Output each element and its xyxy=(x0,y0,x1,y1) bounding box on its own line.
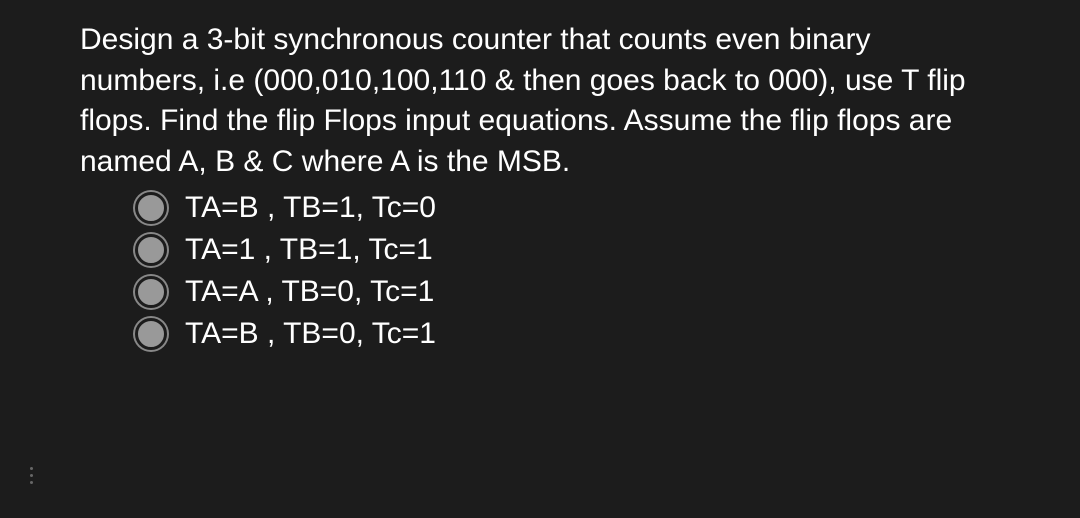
radio-icon[interactable] xyxy=(135,192,167,224)
option-label: TA=1 , TB=1, Tc=1 xyxy=(185,230,433,269)
kebab-menu-icon[interactable] xyxy=(30,467,33,488)
option-label: TA=B , TB=0, Tc=1 xyxy=(185,314,436,353)
options-list: TA=B , TB=1, Tc=0 TA=1 , TB=1, Tc=1 TA=A… xyxy=(135,188,1000,353)
radio-icon[interactable] xyxy=(135,234,167,266)
radio-icon[interactable] xyxy=(135,318,167,350)
option-row[interactable]: TA=1 , TB=1, Tc=1 xyxy=(135,230,1000,269)
option-row[interactable]: TA=B , TB=0, Tc=1 xyxy=(135,314,1000,353)
question-text: Design a 3-bit synchronous counter that … xyxy=(80,20,1000,182)
option-row[interactable]: TA=B , TB=1, Tc=0 xyxy=(135,188,1000,227)
option-label: TA=B , TB=1, Tc=0 xyxy=(185,188,436,227)
option-row[interactable]: TA=A , TB=0, Tc=1 xyxy=(135,272,1000,311)
option-label: TA=A , TB=0, Tc=1 xyxy=(185,272,434,311)
radio-icon[interactable] xyxy=(135,276,167,308)
